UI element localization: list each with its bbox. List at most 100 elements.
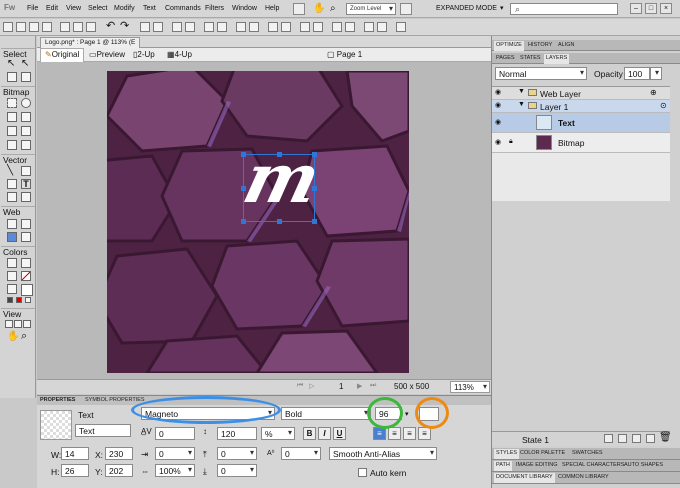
tab-4up[interactable]: ▦4-Up (167, 50, 192, 59)
selection-handle[interactable] (312, 219, 317, 224)
maximize-button[interactable]: □ (645, 3, 657, 14)
tab-styles[interactable]: STYLES (494, 449, 520, 459)
undo-icon[interactable]: ↶ (106, 21, 116, 32)
indent-input[interactable]: 0 (155, 447, 195, 460)
rubber-stamp-icon[interactable] (21, 140, 31, 150)
bold-button[interactable]: B (303, 427, 316, 440)
opacity-input[interactable]: 100 (624, 67, 650, 80)
flip-h-icon[interactable] (268, 22, 278, 32)
default-colors-icon[interactable] (7, 297, 13, 303)
zoom-select[interactable]: 113% (450, 381, 490, 393)
duplicate-icon[interactable] (646, 434, 655, 443)
tab-align[interactable]: ALIGN (556, 42, 577, 48)
zoom-icon[interactable]: ⌕ (330, 3, 342, 15)
send-back-icon[interactable] (217, 22, 227, 32)
tab-2up[interactable]: ▯2-Up (133, 50, 155, 59)
symbol-icon[interactable] (300, 22, 310, 32)
tab-original[interactable]: ✎Original (40, 48, 85, 62)
new-sublayer-icon[interactable] (604, 434, 613, 443)
layer-target-icon[interactable]: ⊙ (660, 101, 667, 110)
print-icon[interactable] (60, 22, 70, 32)
paint-bucket-icon[interactable] (21, 258, 31, 268)
font-style-select[interactable]: Bold (281, 407, 371, 420)
tab-properties[interactable]: PROPERTIES (40, 397, 75, 403)
chevron-down-icon[interactable]: ▾ (405, 410, 409, 418)
split-icon[interactable] (185, 22, 195, 32)
slice-icon[interactable] (21, 219, 31, 229)
zoom-level-select[interactable]: Zoom Level (346, 3, 396, 15)
expand-icon[interactable]: ▼ (518, 101, 525, 108)
menu-text[interactable]: Text (143, 5, 156, 12)
text-on-path-icon[interactable] (345, 22, 355, 32)
tab-common-library[interactable]: COMMON LIBRARY (556, 474, 611, 480)
eye-icon[interactable]: ◉ (495, 119, 503, 127)
workspace-switcher[interactable]: EXPANDED MODE (436, 5, 497, 12)
fill-color-icon[interactable] (7, 284, 17, 294)
tab-history[interactable]: HISTORY (526, 42, 554, 48)
selection-handle[interactable] (241, 219, 246, 224)
leading-input[interactable]: 120 (217, 427, 257, 440)
standard-mode-icon[interactable] (5, 320, 13, 328)
blend-mode-select[interactable]: Normal (495, 67, 587, 80)
arrange-icon[interactable] (400, 3, 412, 15)
help-search-input[interactable]: ⌕ (510, 3, 618, 15)
canvas-area[interactable]: m (37, 62, 491, 379)
hide-slices-icon[interactable] (7, 232, 17, 242)
cut-icon[interactable] (73, 22, 83, 32)
save-icon[interactable] (29, 22, 39, 32)
grid-icon[interactable] (396, 22, 406, 32)
align-icon[interactable] (236, 22, 246, 32)
hand-icon[interactable]: ✋ (313, 3, 325, 15)
tab-special-characters[interactable]: SPECIAL CHARACTERS (560, 462, 626, 468)
tab-symbol-properties[interactable]: SYMBOL PROPERTIES (85, 397, 145, 403)
scale-icon[interactable] (7, 72, 17, 82)
next-frame-icon[interactable]: ▶ (357, 382, 362, 390)
import-icon[interactable] (42, 22, 52, 32)
align-right-icon[interactable]: ≡ (403, 427, 416, 440)
tab-preview[interactable]: ▭Preview (89, 50, 125, 59)
selection-handle[interactable] (312, 186, 317, 191)
menu-view[interactable]: View (66, 5, 81, 12)
pencil-icon[interactable] (7, 126, 17, 136)
layer-row-text[interactable]: ◉ Text (492, 113, 670, 133)
x-input[interactable]: 230 (105, 447, 133, 460)
align-center-icon[interactable]: ≡ (388, 427, 401, 440)
zoom-tool-icon[interactable]: ⌕ (21, 331, 31, 342)
eyedropper-icon[interactable] (7, 258, 17, 268)
layout-icon[interactable] (293, 3, 305, 15)
hotspot-icon[interactable] (7, 219, 17, 229)
pointer-icon[interactable]: ↖ (7, 59, 17, 70)
height-input[interactable]: 26 (61, 464, 89, 477)
no-color-icon[interactable] (16, 297, 22, 303)
mask-icon[interactable] (632, 434, 641, 443)
space-after-input[interactable]: 0 (217, 464, 257, 477)
layer-row-bitmap[interactable]: ◉ 🔒︎ Bitmap (492, 133, 670, 153)
pen-icon[interactable] (21, 166, 31, 176)
knife-icon[interactable] (21, 192, 31, 202)
tab-document-library[interactable]: DOCUMENT LIBRARY (494, 473, 555, 483)
selection-handle[interactable] (241, 152, 246, 157)
open-file-icon[interactable] (16, 22, 26, 32)
last-frame-icon[interactable]: ⏭ (370, 382, 376, 390)
new-layer-icon[interactable] (618, 434, 627, 443)
menu-modify[interactable]: Modify (114, 5, 135, 12)
crop-icon[interactable] (21, 72, 31, 82)
first-frame-icon[interactable]: ⏮ (297, 382, 303, 390)
menu-file[interactable]: File (27, 5, 38, 12)
italic-button[interactable]: I (318, 427, 331, 440)
tab-auto-shapes[interactable]: AUTO SHAPES (622, 462, 665, 468)
tab-color-palette[interactable]: COLOR PALETTE (518, 450, 567, 456)
copy-icon[interactable] (86, 22, 96, 32)
brush-icon[interactable] (21, 112, 31, 122)
eye-icon[interactable]: ◉ (495, 139, 503, 147)
library-icon[interactable] (313, 22, 323, 32)
lasso-icon[interactable] (21, 98, 31, 108)
auto-kern-checkbox[interactable] (358, 468, 367, 477)
play-icon[interactable]: ▷ (309, 382, 314, 390)
kerning-input[interactable]: 0 (155, 427, 195, 440)
underline-button[interactable]: U (333, 427, 346, 440)
page-icon[interactable] (364, 22, 374, 32)
fill-swatch[interactable] (21, 284, 33, 296)
anti-alias-select[interactable]: Smooth Anti-Alias (329, 447, 437, 460)
marquee-icon[interactable] (7, 98, 17, 108)
